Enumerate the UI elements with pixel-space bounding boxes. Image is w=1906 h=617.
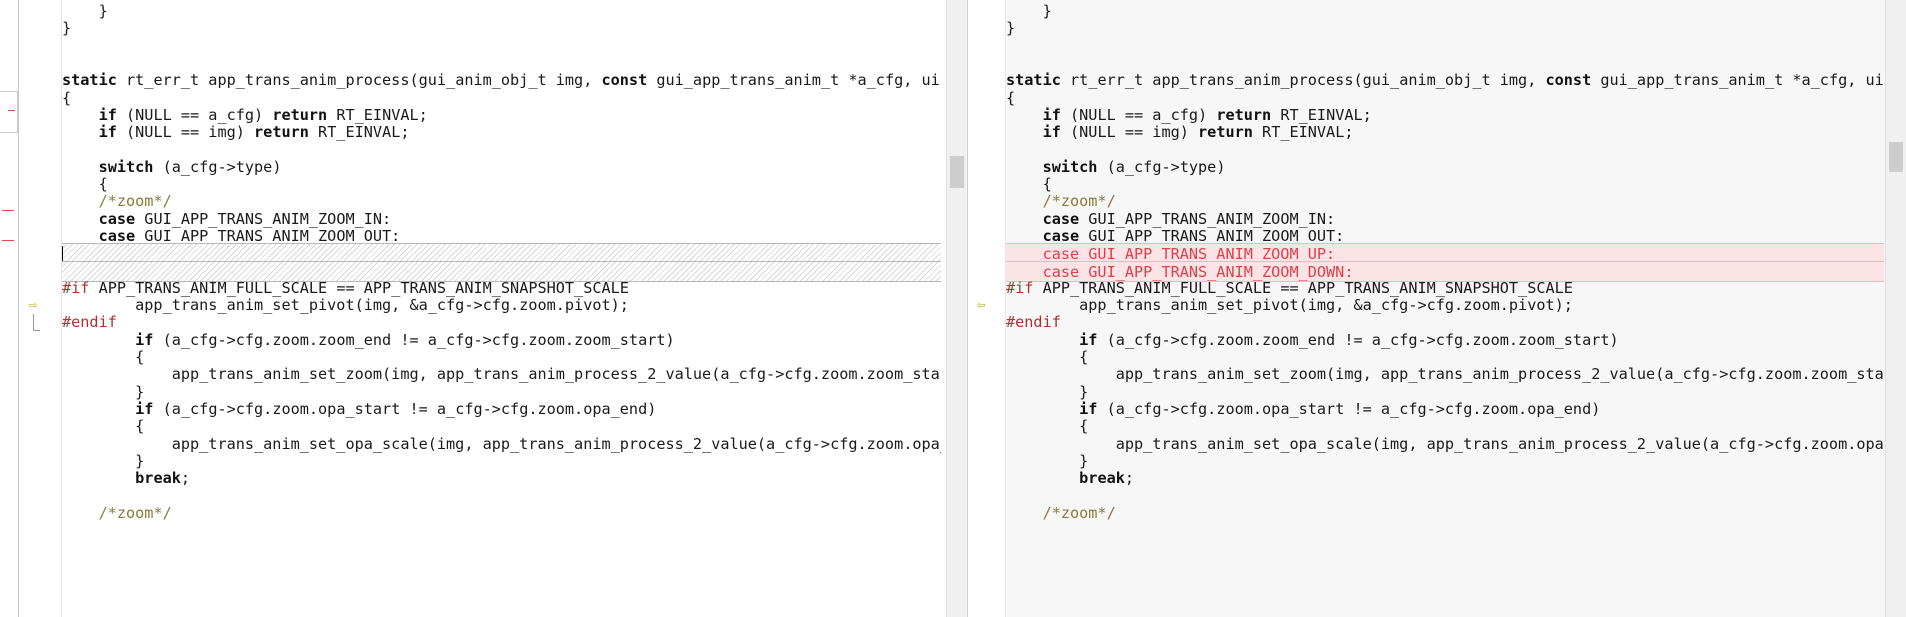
left-editor-pane[interactable]: ⇨ }} static rt_err_t app_trans_anim_proce… <box>19 0 967 617</box>
left-scrollbar-thumb[interactable] <box>950 156 964 188</box>
left-vertical-scrollbar[interactable] <box>946 0 967 617</box>
diff-viewer: ⇨ }} static rt_err_t app_trans_anim_proce… <box>0 0 1906 617</box>
overview-change-marker <box>2 240 14 241</box>
left-gutter: ⇨ <box>19 0 62 617</box>
arrow-right-icon[interactable]: ⇨ <box>29 298 43 312</box>
right-code-area[interactable]: }} static rt_err_t app_trans_anim_process… <box>1006 0 1884 617</box>
right-scrollbar-thumb[interactable] <box>1889 142 1903 172</box>
code-line[interactable]: /*zoom*/ <box>62 503 941 524</box>
arrow-left-icon[interactable]: ⇦ <box>977 298 991 312</box>
right-gutter: ⇦ <box>968 0 1006 617</box>
right-vertical-scrollbar[interactable] <box>1885 0 1906 617</box>
diff-overview-strip[interactable] <box>0 0 19 617</box>
overview-change-marker <box>2 210 14 211</box>
left-code-area[interactable]: }} static rt_err_t app_trans_anim_process… <box>62 0 941 617</box>
diff-bracket-icon <box>33 314 40 331</box>
code-line[interactable]: /*zoom*/ <box>1006 503 1884 524</box>
overview-change-marker <box>8 110 15 111</box>
overview-viewport-box[interactable] <box>0 91 18 133</box>
right-editor-pane[interactable]: ⇦ }} static rt_err_t app_trans_anim_proce… <box>968 0 1906 617</box>
